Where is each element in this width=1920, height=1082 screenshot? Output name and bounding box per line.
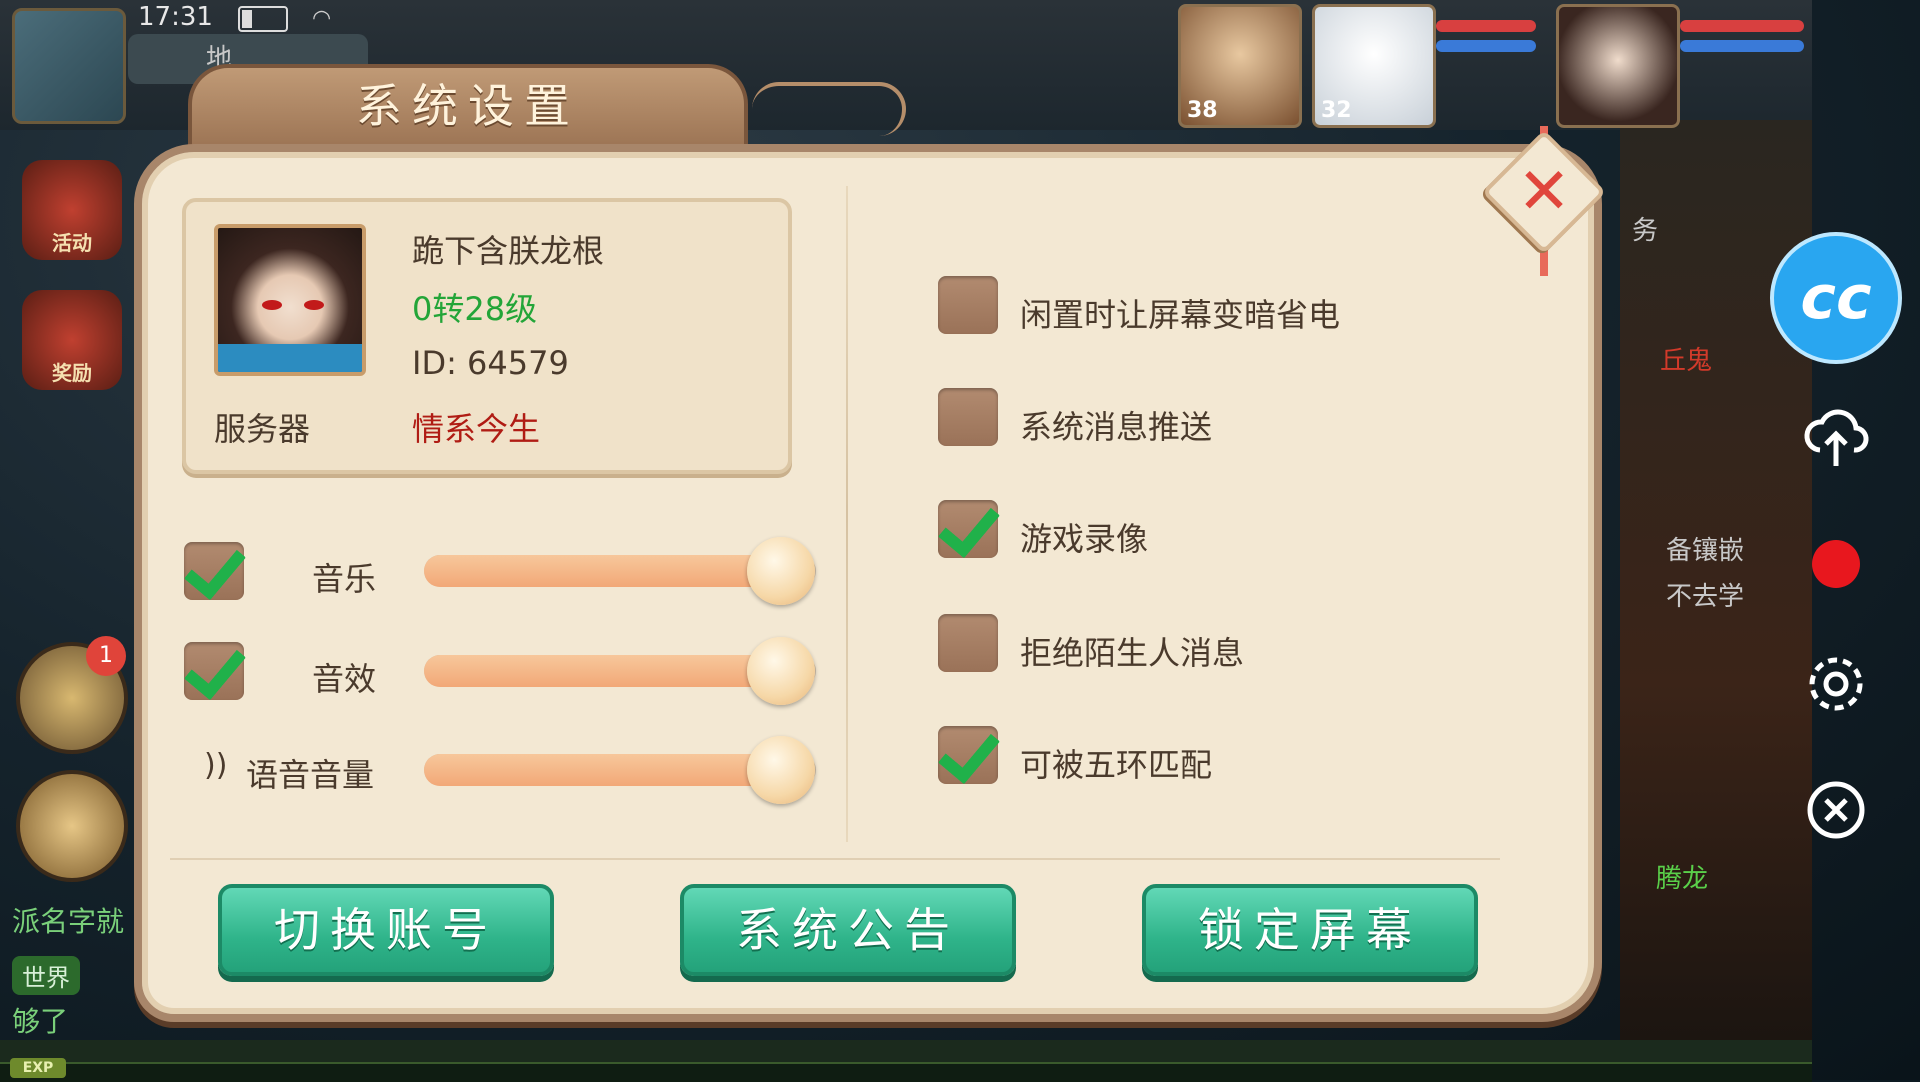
push-notification-checkbox[interactable] — [938, 388, 998, 446]
voice-volume-slider-fill — [424, 754, 781, 786]
column-divider — [846, 186, 848, 842]
task-text: 务 — [1632, 216, 1659, 246]
chat-message: 够了 — [12, 1005, 69, 1038]
player-level: 0转28级 — [412, 290, 538, 328]
portrait-level: 32 — [1321, 98, 1352, 123]
pet-portrait-2[interactable]: 32 — [1312, 4, 1436, 128]
music-checkbox[interactable] — [184, 542, 244, 600]
sound-effect-checkbox[interactable] — [184, 642, 244, 700]
pet-mp-bar — [1436, 40, 1536, 52]
music-slider-knob[interactable] — [746, 537, 815, 605]
task-text: 备镶嵌 — [1666, 536, 1745, 566]
voice-volume-icon: )) — [204, 748, 228, 783]
exp-label: EXP — [10, 1058, 66, 1078]
cc-recorder-logo[interactable]: cc — [1770, 232, 1902, 364]
sound-effect-slider-knob[interactable] — [746, 637, 815, 705]
activity-label: 活动 — [52, 231, 92, 255]
announcement-button[interactable]: 系统公告 — [680, 884, 1016, 976]
server-name: 情系今生 — [412, 410, 541, 448]
reward-button[interactable]: 奖励 — [22, 290, 122, 390]
pet-portrait-1[interactable]: 38 — [1178, 4, 1302, 128]
player-hp-bar — [1680, 20, 1804, 32]
voice-volume-label: 语音音量 — [246, 756, 375, 794]
title-ornament — [752, 82, 906, 136]
clock-text: 17:31 — [138, 2, 213, 32]
player-id: ID: 64579 — [412, 344, 569, 382]
avatar-eye — [304, 300, 324, 310]
player-mp-bar — [1680, 40, 1804, 52]
game-recording-checkbox[interactable] — [938, 500, 998, 558]
record-icon[interactable] — [1800, 528, 1872, 600]
music-slider-fill — [424, 555, 781, 587]
push-notification-label: 系统消息推送 — [1020, 408, 1213, 446]
music-label: 音乐 — [312, 560, 377, 598]
portrait-level: 38 — [1187, 98, 1218, 123]
sound-effect-slider-fill — [424, 655, 781, 687]
voice-volume-slider-knob[interactable] — [746, 736, 815, 804]
close-icon[interactable]: ✕ — [1500, 148, 1588, 236]
reject-stranger-checkbox[interactable] — [938, 614, 998, 672]
notification-badge: 1 — [86, 636, 126, 676]
sound-effect-label: 音效 — [312, 660, 377, 698]
player-name: 跪下含朕龙根 — [412, 232, 605, 270]
button-row-divider — [170, 858, 1500, 860]
lock-screen-button[interactable]: 锁定屏幕 — [1142, 884, 1478, 976]
npc-name: 丘鬼 — [1660, 346, 1713, 376]
settings-gear-icon[interactable] — [1800, 648, 1872, 720]
server-label: 服务器 — [214, 410, 311, 448]
reject-stranger-label: 拒绝陌生人消息 — [1020, 634, 1245, 672]
five-ring-match-checkbox[interactable] — [938, 726, 998, 784]
player-avatar — [214, 224, 366, 376]
chat-bubble-button[interactable] — [16, 770, 128, 882]
player-portrait[interactable] — [1556, 4, 1680, 128]
five-ring-match-label: 可被五环匹配 — [1020, 746, 1213, 784]
game-recording-label: 游戏录像 — [1020, 520, 1149, 558]
idle-dim-label: 闲置时让屏幕变暗省电 — [1020, 296, 1341, 334]
avatar-eye — [262, 300, 282, 310]
reward-label: 奖励 — [52, 361, 92, 385]
close-circle-icon[interactable] — [1800, 774, 1872, 846]
activity-button[interactable]: 活动 — [22, 160, 122, 260]
wifi-icon: ◠ — [312, 6, 332, 31]
task-text: 不去学 — [1666, 582, 1745, 612]
world-map-icon[interactable] — [12, 8, 126, 124]
pet-hp-bar — [1436, 20, 1536, 32]
exp-bar — [0, 1062, 1812, 1082]
switch-account-button[interactable]: 切换账号 — [218, 884, 554, 976]
cloud-upload-icon[interactable] — [1800, 400, 1872, 472]
dialog-title: 系统设置 — [356, 79, 580, 133]
idle-dim-checkbox[interactable] — [938, 276, 998, 334]
npc-name: 腾龙 — [1656, 864, 1709, 894]
chat-channel-tag[interactable]: 世界 — [12, 956, 80, 995]
avatar-scarf — [218, 344, 362, 372]
battery-icon — [238, 6, 288, 32]
chat-message: 派名字就 — [12, 905, 125, 938]
